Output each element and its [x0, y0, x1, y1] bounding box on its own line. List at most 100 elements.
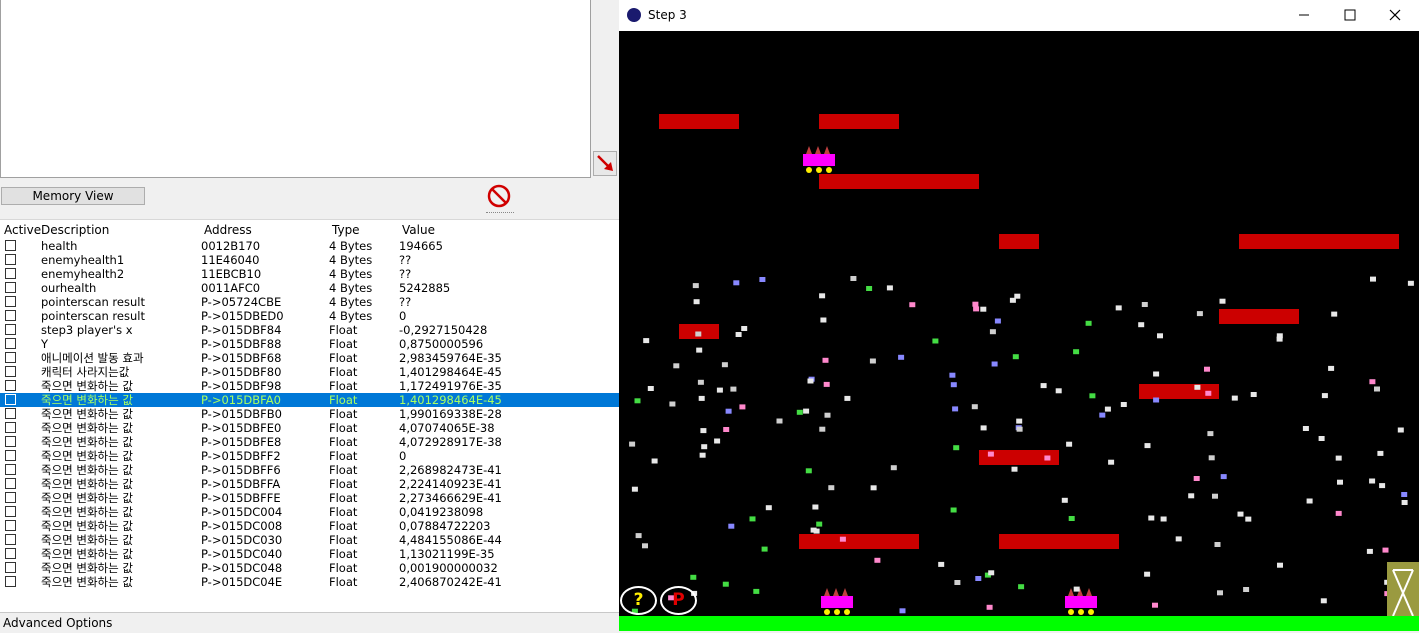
active-checkbox[interactable] — [5, 478, 16, 489]
table-row[interactable]: 죽으면 변화하는 값 P->015DBFB0 Float 1,990169338E-2… — [0, 407, 619, 421]
debris-particle — [1320, 598, 1327, 604]
address-cell: P->015DBED0 — [201, 309, 284, 323]
active-checkbox[interactable] — [5, 310, 16, 321]
active-checkbox[interactable] — [5, 492, 16, 503]
active-checkbox[interactable] — [5, 324, 16, 335]
type-cell: 4 Bytes — [329, 281, 373, 295]
pause-button[interactable]: P — [660, 586, 697, 615]
active-checkbox[interactable] — [5, 422, 16, 433]
game-canvas[interactable]: ? P — [619, 31, 1419, 631]
column-header-value[interactable]: Value — [402, 223, 435, 237]
active-checkbox[interactable] — [5, 282, 16, 293]
active-checkbox[interactable] — [5, 338, 16, 349]
table-row[interactable]: pointerscan result P->05724CBE 4 Bytes?? — [0, 295, 619, 309]
memory-view-button[interactable]: Memory View — [1, 187, 145, 205]
debris-particle — [810, 527, 817, 533]
table-row[interactable]: 죽으면 변화하는 값 P->015DBFFE Float 2,273466629E-4… — [0, 491, 619, 505]
address-cell: P->015DC004 — [201, 505, 283, 519]
debris-particle — [839, 536, 846, 542]
type-cell: 4 Bytes — [329, 267, 373, 281]
address-cell: P->015DC040 — [201, 547, 283, 561]
table-row[interactable]: 죽으면 변화하는 값 P->015DC030 Float 4,484155086E-4… — [0, 533, 619, 547]
table-row[interactable]: 죽으면 변화하는 값 P->015DBFA0 Float 1,401298464E-4… — [0, 393, 619, 407]
debris-particle — [1217, 590, 1223, 596]
column-header-type[interactable]: Type — [332, 223, 360, 237]
minimize-icon[interactable] — [1294, 6, 1314, 24]
table-row[interactable]: ourhealth 0011AFC0 4 Bytes 5242885 — [0, 281, 619, 295]
active-checkbox[interactable] — [5, 254, 16, 265]
app-icon — [627, 8, 641, 22]
table-row[interactable]: 죽으면 변화하는 값 P->015DC004 Float 0,0419238098 — [0, 505, 619, 519]
debris-particle — [690, 574, 697, 580]
maximize-icon[interactable] — [1340, 6, 1360, 24]
address-cell: 0012B170 — [201, 239, 261, 253]
table-row[interactable]: 죽으면 변화하는 값 P->015DBFE0 Float 4,07074065E-38 — [0, 421, 619, 435]
address-cell: P->015DBF68 — [201, 351, 282, 365]
table-row[interactable]: 죽으면 변화하는 값 P->015DBFF6 Float 2,268982473E-4… — [0, 463, 619, 477]
active-checkbox[interactable] — [5, 506, 16, 517]
table-row[interactable]: 죽으면 변화하는 값 P->015DBFFA Float 2,224140923E-4… — [0, 477, 619, 491]
debris-particle — [1152, 602, 1158, 608]
debris-particle — [909, 302, 916, 308]
active-checkbox[interactable] — [5, 240, 16, 251]
found-list-area[interactable] — [0, 0, 591, 178]
splitter-handle[interactable] — [486, 212, 514, 216]
debris-particle — [1335, 455, 1342, 461]
table-row[interactable]: step3 player's x P->015DBF84 Float -0,29271… — [0, 323, 619, 337]
table-row[interactable]: 죽으면 변화하는 값 P->015DBF98 Float 1,172491976E-3… — [0, 379, 619, 393]
active-checkbox[interactable] — [5, 576, 16, 587]
active-checkbox[interactable] — [5, 408, 16, 419]
table-row[interactable]: 캐릭터 사라지는값 P->015DBF80 Float 1,401298464E-45 — [0, 365, 619, 379]
active-checkbox[interactable] — [5, 548, 16, 559]
active-checkbox[interactable] — [5, 534, 16, 545]
active-checkbox[interactable] — [5, 394, 16, 405]
table-row[interactable]: 죽으면 변화하는 값 P->015DC04E Float 2,406870242E-4… — [0, 575, 619, 589]
debris-particle — [1243, 587, 1250, 592]
table-row[interactable]: pointerscan result P->015DBED0 4 Bytes 0 — [0, 309, 619, 323]
address-cell: P->015DC048 — [201, 561, 283, 575]
address-cell: P->015DBFFE — [201, 491, 281, 505]
table-row[interactable]: enemyhealth1 11E46040 4 Bytes?? — [0, 253, 619, 267]
type-cell: Float — [329, 491, 358, 505]
type-cell: Float — [329, 393, 358, 407]
table-row[interactable]: 죽으면 변화하는 값 P->015DBFE8 Float 4,072928917E-3… — [0, 435, 619, 449]
active-checkbox[interactable] — [5, 352, 16, 363]
table-row[interactable]: Y P->015DBF88 Float 0,8750000596 — [0, 337, 619, 351]
column-header-address[interactable]: Address — [204, 223, 252, 237]
debris-particle — [816, 521, 823, 527]
table-row[interactable]: enemyhealth2 11EBCB10 4 Bytes?? — [0, 267, 619, 281]
active-checkbox[interactable] — [5, 380, 16, 391]
column-header-active[interactable]: Active — [4, 223, 41, 237]
close-icon[interactable] — [1385, 6, 1405, 24]
description-cell: step3 player's x — [41, 323, 133, 337]
active-checkbox[interactable] — [5, 450, 16, 461]
clear-list-button[interactable] — [486, 183, 512, 209]
advanced-options-bar[interactable]: Advanced Options — [0, 612, 619, 631]
help-button[interactable]: ? — [620, 586, 657, 615]
debris-particle — [850, 276, 857, 281]
table-row[interactable]: 애니메이션 발동 효과 P->015DBF68 Float 2,983459764E-… — [0, 351, 619, 365]
active-checkbox[interactable] — [5, 268, 16, 279]
debris-particle — [1369, 379, 1376, 385]
debris-particle — [899, 608, 906, 614]
column-header-description[interactable]: Description — [41, 223, 109, 237]
debris-particle — [1331, 311, 1338, 317]
active-checkbox[interactable] — [5, 296, 16, 307]
table-row[interactable]: 죽으면 변화하는 값 P->015DBFF2 Float 0 — [0, 449, 619, 463]
active-checkbox[interactable] — [5, 366, 16, 377]
add-to-list-button[interactable] — [593, 151, 617, 176]
debris-particle — [807, 378, 814, 384]
table-row[interactable]: 죽으면 변화하는 값 P->015DC040 Float 1,13021199E-35 — [0, 547, 619, 561]
active-checkbox[interactable] — [5, 464, 16, 475]
debris-particle — [1194, 384, 1201, 390]
window-titlebar[interactable]: Step 3 — [619, 0, 1419, 31]
active-checkbox[interactable] — [5, 436, 16, 447]
debris-particle — [700, 428, 707, 434]
table-row[interactable]: 죽으면 변화하는 값 P->015DC008 Float 0,07884722203 — [0, 519, 619, 533]
active-checkbox[interactable] — [5, 562, 16, 573]
active-checkbox[interactable] — [5, 520, 16, 531]
table-row[interactable]: 죽으면 변화하는 값 P->015DC048 Float 0,001900000032 — [0, 561, 619, 575]
address-cell: 11EBCB10 — [201, 267, 262, 281]
description-cell: 죽으면 변화하는 값 — [41, 547, 133, 561]
table-row[interactable]: health 0012B170 4 Bytes 194665 — [0, 239, 619, 253]
